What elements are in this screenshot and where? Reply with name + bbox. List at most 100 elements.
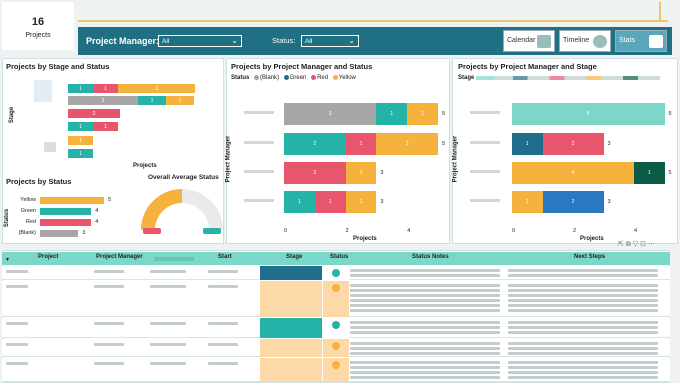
chart-bar: 4 [512, 162, 634, 184]
blurred-next-steps [508, 321, 658, 324]
bar-total: 3 [380, 199, 384, 205]
status-indicator-icon [332, 361, 340, 369]
chart-bar: 1 [634, 162, 665, 184]
x-tick: 2 [345, 228, 349, 234]
stage-cell [260, 339, 322, 357]
chart-bar: 1 [314, 191, 346, 213]
header-project[interactable]: Project [38, 254, 58, 260]
blurred-pm-name [244, 199, 274, 202]
blurred-cell [6, 343, 28, 346]
pm-status-legend: Status (Blank) Green Red Yellow [231, 75, 356, 81]
chart-bar: 2 [68, 109, 120, 118]
stage-cell [260, 266, 322, 280]
visual-header-icons[interactable]: ⇱ ⧉ ▽ ⊡ ⋯ [618, 240, 655, 249]
bar-total: 3 [607, 199, 611, 205]
blurred-stage-labels [44, 142, 56, 152]
timeline-icon [593, 35, 607, 48]
status-indicator-icon [332, 321, 340, 329]
header-status[interactable]: Status [330, 254, 348, 260]
gauge-value [141, 189, 183, 231]
blurred-next-steps [508, 309, 658, 312]
chart-bar: 1 [512, 133, 543, 155]
pm-filter-label: Project Manager: [86, 36, 160, 46]
chevron-down-icon: ⌄ [231, 36, 238, 45]
gauge-max-marker [203, 228, 221, 234]
bar-chart-icon [649, 35, 663, 48]
header-project-manager[interactable]: Project Manager [96, 254, 143, 260]
blurred-next-steps [508, 376, 658, 379]
status-bar [40, 208, 92, 215]
status-value: 4 [95, 208, 99, 214]
blurred-status-notes [350, 366, 500, 369]
status-bar [40, 230, 79, 237]
chart-bar: 1 [512, 191, 543, 213]
status-filter-dropdown[interactable]: All ⌄ [301, 35, 359, 47]
status-label: Red [25, 219, 36, 225]
timeline-label: Timeline [563, 37, 590, 44]
bar-total: 5 [668, 170, 672, 176]
stage-x-label: Projects [133, 163, 157, 169]
x-tick: 0 [512, 228, 516, 234]
status-label: (Blank) [18, 230, 36, 236]
blurred-pm-name [244, 141, 274, 144]
blurred-next-steps [508, 361, 658, 364]
kpi-value: 16 [31, 16, 45, 28]
blurred-pm-name [470, 111, 500, 114]
blurred-cell [6, 322, 28, 325]
header-next-steps[interactable]: Next Steps [574, 254, 605, 260]
pm-filter-dropdown[interactable]: All ⌄ [158, 35, 242, 47]
stats-button[interactable]: Stats [615, 30, 667, 52]
blurred-status-notes [350, 326, 500, 329]
blurred-next-steps [508, 299, 658, 302]
status-value: 4 [95, 219, 99, 225]
legend-item: Green [289, 75, 307, 82]
header-status-notes[interactable]: Status Notes [412, 254, 449, 260]
chart-bar: 1 [93, 84, 118, 93]
pm-stage-axis-label: Project Manager [452, 135, 459, 183]
x-tick: 4 [407, 228, 411, 234]
status-indicator-icon [332, 269, 340, 277]
stage-cell [260, 358, 322, 382]
header-start[interactable]: Start [218, 254, 232, 260]
chevron-down-icon: ⌄ [348, 36, 355, 45]
blurred-cell [208, 270, 238, 273]
blurred-header [154, 257, 194, 261]
header-stage[interactable]: Stage [286, 254, 302, 260]
chart-bar: 2 [284, 162, 346, 184]
blurred-next-steps [508, 289, 658, 292]
blurred-next-steps [508, 326, 658, 329]
blurred-cell [94, 285, 124, 288]
blurred-next-steps [508, 274, 658, 277]
blurred-status-notes [350, 304, 500, 307]
legend-item: Yellow [338, 75, 356, 82]
blurred-pm-name [244, 170, 274, 173]
blurred-next-steps [508, 371, 658, 374]
sort-icon[interactable]: ▾ [6, 256, 9, 263]
chart-bar: 2 [542, 133, 604, 155]
blurred-next-steps [508, 366, 658, 369]
blurred-cell [94, 270, 124, 273]
blurred-next-steps [508, 352, 658, 355]
pm-filter-value: All [162, 38, 170, 45]
chart-bar: 1 [166, 96, 194, 105]
legend-dot [254, 75, 260, 80]
blurred-next-steps [508, 269, 658, 272]
timeline-button[interactable]: Timeline [559, 30, 611, 52]
bar-total: 5 [668, 111, 672, 117]
chart-bar: 1 [138, 96, 166, 105]
chart-bar: 1 [345, 191, 377, 213]
blurred-status-notes [350, 269, 500, 272]
chart-bar: 5 [512, 103, 665, 125]
chart-bar: 1 [93, 122, 118, 131]
blurred-cell [6, 285, 28, 288]
legend-dot [311, 75, 317, 80]
blurred-next-steps [508, 342, 658, 345]
blurred-stage-labels [34, 80, 52, 102]
blurred-next-steps [508, 304, 658, 307]
blurred-status-notes [350, 371, 500, 374]
blurred-cell [150, 343, 186, 346]
blurred-status-notes [350, 347, 500, 350]
calendar-button[interactable]: Calendar [503, 30, 555, 52]
status-bar [40, 219, 92, 226]
legend-item: (Blank) [260, 75, 280, 82]
